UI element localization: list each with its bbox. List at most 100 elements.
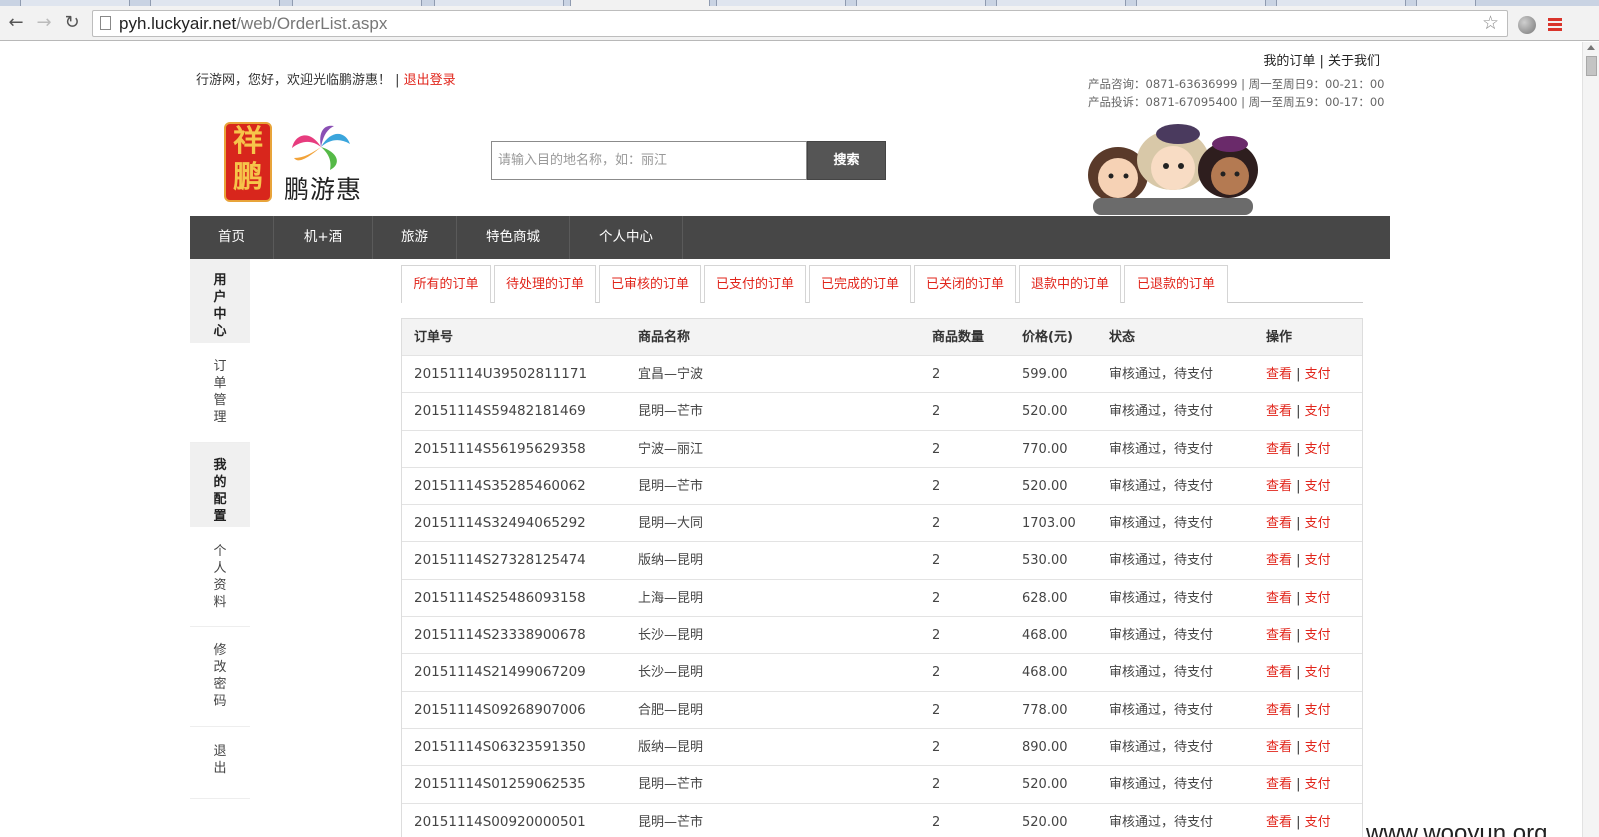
view-order-link[interactable]: 查看	[1266, 553, 1292, 568]
tab-pending-orders[interactable]: 待处理的订单	[494, 265, 596, 303]
address-bar[interactable]: pyh.luckyair.net/web/OrderList.aspx ☆	[92, 10, 1508, 37]
view-order-link[interactable]: 查看	[1266, 665, 1292, 680]
pay-order-link[interactable]: 支付	[1305, 628, 1331, 643]
search-input[interactable]	[492, 142, 806, 179]
actions-cell: 查看 | 支付	[1266, 766, 1331, 803]
status-cell: 审核通过，待支付	[1109, 516, 1214, 532]
watermark-text: www.wooyun.org	[1366, 820, 1548, 837]
product-name-cell: 昆明—芒市	[638, 404, 704, 420]
view-order-link[interactable]: 查看	[1266, 404, 1292, 419]
nav-item-travel[interactable]: 旅游	[373, 216, 457, 259]
address-url[interactable]: pyh.luckyair.net/web/OrderList.aspx	[119, 14, 387, 34]
column-header-quantity: 商品数量	[932, 330, 985, 345]
scrollbar-thumb[interactable]	[1586, 56, 1597, 76]
table-row: 20151114S32494065292 昆明—大同 2 1703.00 审核通过，待支…	[402, 505, 1362, 543]
tab-refunding-orders[interactable]: 退款中的订单	[1019, 265, 1121, 303]
pinwheel-logo-icon	[292, 125, 350, 170]
url-path: /web/OrderList.aspx	[236, 14, 388, 33]
reload-icon[interactable]: ↻	[61, 12, 83, 34]
nav-item-personal-center[interactable]: 个人中心	[570, 216, 683, 259]
table-row: 20151114S27328125474 版纳—昆明 2 530.00 审核通过，待支付…	[402, 542, 1362, 580]
actions-cell: 查看 | 支付	[1266, 617, 1331, 654]
status-cell: 审核通过，待支付	[1109, 665, 1214, 681]
column-header-order-id: 订单号	[414, 330, 454, 345]
pay-order-link[interactable]: 支付	[1305, 516, 1331, 531]
tab-completed-orders[interactable]: 已完成的订单	[809, 265, 911, 303]
my-orders-link[interactable]: 我的订单	[1263, 54, 1315, 69]
pay-order-link[interactable]: 支付	[1305, 367, 1331, 382]
order-id-cell: 20151114S06323591350	[414, 738, 586, 755]
view-order-link[interactable]: 查看	[1266, 740, 1292, 755]
view-order-link[interactable]: 查看	[1266, 703, 1292, 718]
actions-cell: 查看 | 支付	[1266, 505, 1331, 542]
table-row: 20151114S21499067209 长沙—昆明 2 468.00 审核通过，待支付…	[402, 654, 1362, 692]
price-cell: 520.00	[1022, 478, 1068, 494]
pay-order-link[interactable]: 支付	[1305, 703, 1331, 718]
page-scrollbar[interactable]	[1582, 42, 1599, 837]
forward-arrow-icon[interactable]: →	[33, 12, 55, 34]
tab-all-orders[interactable]: 所有的订单	[401, 265, 491, 303]
brand-logo-text[interactable]: 鹏游惠	[284, 170, 362, 206]
quantity-cell: 2	[932, 702, 941, 718]
pay-order-link[interactable]: 支付	[1305, 665, 1331, 680]
actions-cell: 查看 | 支付	[1266, 654, 1331, 691]
xiangpeng-seal-logo[interactable]: 祥鹏	[224, 122, 272, 202]
sidebar-item-logout[interactable]: 退出	[190, 727, 250, 799]
price-cell: 520.00	[1022, 404, 1068, 420]
status-cell: 审核通过，待支付	[1109, 478, 1214, 494]
tab-closed-orders[interactable]: 已关闭的订单	[914, 265, 1016, 303]
pay-order-link[interactable]: 支付	[1305, 740, 1331, 755]
action-separator: |	[1292, 516, 1305, 532]
bookmark-star-icon[interactable]: ☆	[1482, 12, 1499, 34]
destination-search[interactable]	[491, 141, 807, 180]
sidebar-item-change-password[interactable]: 修改密码	[190, 627, 250, 727]
quantity-cell: 2	[932, 404, 941, 420]
pay-order-link[interactable]: 支付	[1305, 404, 1331, 419]
view-order-link[interactable]: 查看	[1266, 815, 1292, 830]
view-order-link[interactable]: 查看	[1266, 442, 1292, 457]
extension-icon[interactable]	[1518, 16, 1536, 34]
actions-cell: 查看 | 支付	[1266, 804, 1331, 837]
order-id-cell: 20151114S35285460062	[414, 477, 586, 494]
table-row: 20151114S00920000501 昆明—芒市 2 520.00 审核通过，待支付…	[402, 804, 1362, 837]
pay-order-link[interactable]: 支付	[1305, 777, 1331, 792]
toplink-separator: |	[1315, 54, 1328, 69]
sidebar-item-order-management[interactable]: 订单管理	[190, 343, 250, 443]
tab-refunded-orders[interactable]: 已退款的订单	[1124, 265, 1228, 303]
pay-order-link[interactable]: 支付	[1305, 553, 1331, 568]
product-name-cell: 宜昌—宁波	[638, 367, 704, 382]
tab-paid-orders[interactable]: 已支付的订单	[704, 265, 806, 303]
column-header-price: 价格(元)	[1022, 330, 1073, 345]
price-cell: 468.00	[1022, 628, 1068, 644]
back-arrow-icon[interactable]: ←	[5, 12, 27, 34]
nav-item-flight-hotel[interactable]: 机+酒	[274, 216, 373, 259]
pay-order-link[interactable]: 支付	[1305, 479, 1331, 494]
about-us-link[interactable]: 关于我们	[1328, 54, 1380, 69]
price-cell: 599.00	[1022, 367, 1068, 382]
order-id-cell: 20151114S32494065292	[414, 515, 586, 532]
page-icon	[100, 16, 111, 30]
view-order-link[interactable]: 查看	[1266, 777, 1292, 792]
pay-order-link[interactable]: 支付	[1305, 815, 1331, 830]
actions-cell: 查看 | 支付	[1266, 356, 1331, 393]
tab-approved-orders[interactable]: 已审核的订单	[599, 265, 701, 303]
logout-link[interactable]: 退出登录	[404, 73, 456, 88]
view-order-link[interactable]: 查看	[1266, 516, 1292, 531]
column-header-product-name: 商品名称	[638, 330, 691, 345]
view-order-link[interactable]: 查看	[1266, 479, 1292, 494]
nav-item-specialty-mall[interactable]: 特色商城	[457, 216, 570, 259]
action-separator: |	[1292, 404, 1305, 420]
pay-order-link[interactable]: 支付	[1305, 591, 1331, 606]
menu-icon[interactable]	[1548, 18, 1562, 32]
view-order-link[interactable]: 查看	[1266, 367, 1292, 382]
view-order-link[interactable]: 查看	[1266, 628, 1292, 643]
table-row: 20151114S06323591350 版纳—昆明 2 890.00 审核通过，待支付…	[402, 729, 1362, 767]
nav-item-home[interactable]: 首页	[190, 216, 274, 259]
quantity-cell: 2	[932, 516, 941, 532]
view-order-link[interactable]: 查看	[1266, 591, 1292, 606]
search-button[interactable]: 搜索	[807, 141, 886, 180]
action-separator: |	[1292, 441, 1305, 457]
sidebar-item-profile[interactable]: 个人资料	[190, 527, 250, 627]
scroll-up-arrow-icon[interactable]	[1587, 45, 1595, 50]
pay-order-link[interactable]: 支付	[1305, 442, 1331, 457]
